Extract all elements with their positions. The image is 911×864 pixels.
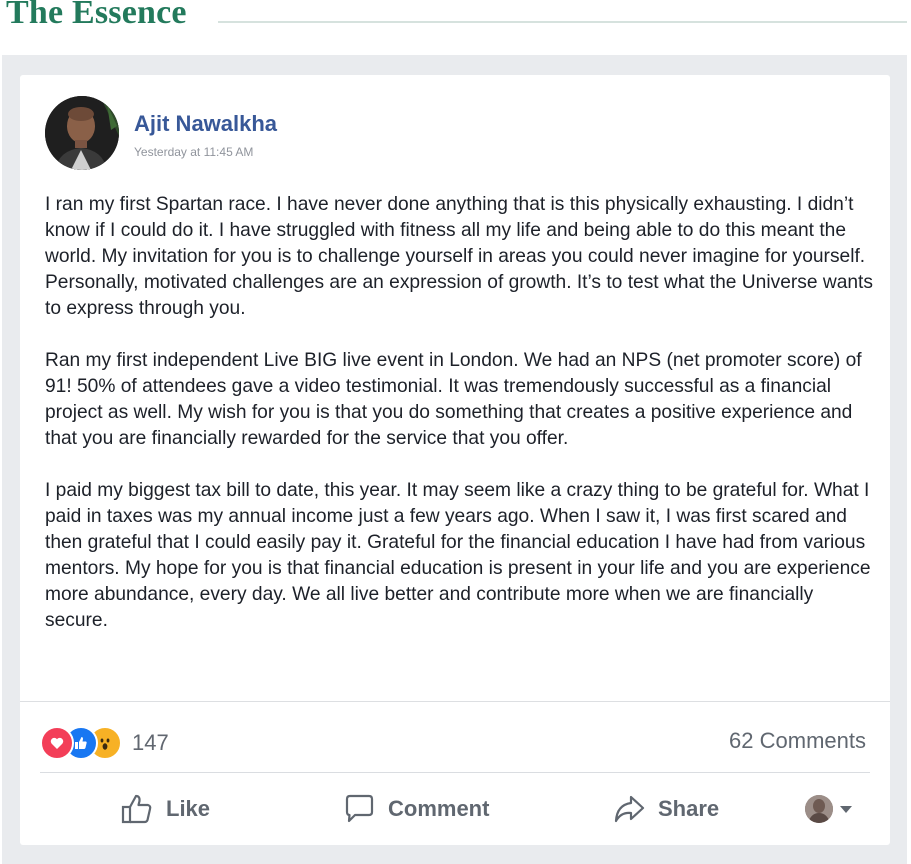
section-divider (20, 701, 890, 702)
comment-bubble-icon (345, 794, 374, 823)
actions-divider (40, 772, 870, 773)
share-button[interactable]: Share (612, 792, 719, 826)
viewer-avatar (805, 795, 833, 823)
post-paragraph: Ran my first independent Live BIG live e… (45, 350, 862, 449)
like-label: Like (166, 796, 211, 821)
share-arrow-icon (614, 795, 645, 823)
author-name[interactable]: Ajit Nawalkha (134, 111, 277, 137)
post-body: I ran my first Spartan race. I have neve… (45, 192, 875, 660)
post-paragraph: I paid my biggest tax bill to date, this… (45, 480, 871, 631)
post-card: Ajit Nawalkha Yesterday at 11:45 AM I ra… (20, 75, 890, 845)
title-rule (218, 21, 907, 23)
comments-count[interactable]: 62 Comments (729, 728, 866, 754)
author-avatar[interactable] (45, 96, 119, 170)
comment-button[interactable]: Comment (342, 792, 489, 826)
audience-selector[interactable] (805, 795, 855, 823)
site-title: The Essence (6, 0, 187, 31)
comment-label: Comment (388, 796, 490, 821)
like-button[interactable]: Like (120, 792, 210, 826)
share-label: Share (658, 796, 720, 821)
post-timestamp[interactable]: Yesterday at 11:45 AM (134, 145, 253, 159)
thumbs-up-icon (121, 794, 152, 824)
action-bar: Like Comment Share (40, 783, 870, 835)
reaction-summary[interactable]: 147 (40, 726, 169, 760)
reaction-count[interactable]: 147 (132, 730, 169, 756)
love-reaction-icon (40, 726, 74, 760)
chevron-down-icon (840, 806, 852, 813)
post-paragraph: I ran my first Spartan race. I have neve… (45, 194, 873, 319)
avatar-photo-icon (45, 96, 119, 170)
